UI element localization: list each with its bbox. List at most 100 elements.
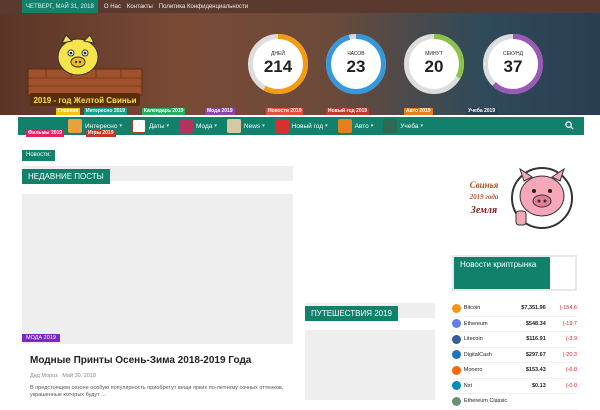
search-icon[interactable]: [565, 121, 574, 132]
about-link[interactable]: О Нас: [104, 4, 121, 10]
crypto-price: $153.43: [525, 367, 546, 374]
travel-post-image[interactable]: [305, 330, 435, 400]
cat-label-study[interactable]: Учеба 2019: [466, 108, 498, 115]
main-nav: Фильмы 2019 Игры 2019 Интересно ▾ Даты ▾…: [18, 117, 584, 137]
featured-post-image[interactable]: [22, 194, 293, 344]
post-meta: Дед Мороз Май 30, 2018: [30, 373, 96, 379]
top-bar: Четверг, май 31, 2018 О Нас Контакты Пол…: [0, 0, 600, 13]
crypto-name: Nxt: [463, 382, 473, 389]
contacts-link[interactable]: Контакты: [127, 4, 153, 10]
chevron-down-icon: ▾: [166, 123, 170, 129]
ethereum-icon: [452, 319, 461, 329]
ad-line3: Земля: [470, 205, 497, 216]
crypto-widget-header: Новости криптрынка: [452, 255, 577, 291]
crypto-change: (-0.0: [565, 382, 577, 389]
post-excerpt: В предстоящем сезоне особую популярность…: [30, 385, 284, 398]
crypto-change: (-154.6: [559, 305, 577, 312]
recent-posts-header: Недавние посты: [22, 166, 293, 184]
chevron-down-icon: ▾: [119, 123, 122, 129]
crypto-row[interactable]: Ethereum $548.34 (-19.7: [452, 317, 577, 332]
ad-line2: 2019 года: [469, 193, 499, 201]
travel-section-title: Путешествия 2019: [305, 306, 399, 321]
nav-label: Авто: [354, 122, 369, 130]
crypto-row[interactable]: DigitalCash $297.67 (-20.3: [452, 348, 577, 363]
crypto-change: (-19.7: [562, 320, 577, 327]
site-logo[interactable]: 2019 - год Желтой Свиньи: [26, 34, 144, 109]
crypto-name: Monero: [463, 367, 483, 374]
nav-item-fashion[interactable]: Мода ▾: [179, 119, 217, 133]
crypto-price: $548.34: [525, 320, 546, 327]
litecoin-icon: [452, 334, 461, 344]
chevron-down-icon: ▾: [262, 123, 265, 129]
post-category-tag[interactable]: Мода 2019: [22, 334, 60, 342]
nxt-icon: [452, 381, 461, 391]
bitcoin-icon: [452, 303, 461, 313]
cat-label-newyear[interactable]: Новый год 2019: [326, 108, 370, 115]
crypto-price: $297.67: [525, 351, 546, 358]
chevron-down-icon: ▾: [325, 123, 328, 129]
crypto-row[interactable]: Monero $153.43 (-6.0: [452, 363, 577, 379]
fashion-icon: [179, 119, 194, 133]
ticker-label: Новости:: [22, 150, 55, 161]
countdown-days: Дней 214: [247, 33, 309, 95]
nav-label: Даты: [148, 122, 165, 130]
nav-item-dates[interactable]: Даты ▾: [131, 119, 170, 133]
crypto-price: $0.13: [532, 382, 546, 389]
ad-line1: Свинья: [470, 180, 499, 190]
crypto-row[interactable]: Ethereum Classic: [452, 394, 577, 410]
crypto-change: (-6.0: [565, 367, 577, 374]
car-icon: [337, 119, 352, 133]
nav-label: Интересно: [85, 122, 118, 130]
travel-section-header: Путешествия 2019: [305, 303, 435, 321]
interesting-icon: [68, 119, 82, 133]
crypto-price: $7,351.96: [521, 305, 546, 312]
cat-label-home[interactable]: Главная: [56, 108, 81, 115]
crypto-name: Litecoin: [463, 336, 483, 343]
nav-label: Учеба: [400, 122, 419, 130]
minutes-value: 20: [424, 57, 444, 76]
post-date: Май 30, 2018: [62, 373, 96, 379]
countdown-hours: Часов 23: [325, 33, 387, 95]
nav-item-study[interactable]: Учеба ▾: [383, 119, 423, 133]
calendar-icon: [131, 119, 146, 133]
cat-label-interesting[interactable]: Интересно 2019: [84, 108, 127, 115]
news-ticker: Новости:: [22, 143, 55, 161]
post-author[interactable]: Дед Мороз: [30, 373, 58, 379]
cat-label-auto[interactable]: Авто 2019: [404, 108, 433, 115]
monero-icon: [452, 365, 461, 375]
crypto-change: (-3.9: [565, 336, 577, 343]
seconds-value: 37: [503, 57, 523, 76]
crypto-row[interactable]: Bitcoin $7,351.96 (-154.6: [452, 301, 577, 317]
crypto-row[interactable]: Litecoin $116.91 (-3.9: [452, 332, 577, 348]
hours-value: 23: [346, 57, 366, 76]
nav-item-news[interactable]: News ▾: [226, 119, 265, 133]
days-value: 214: [263, 57, 293, 76]
chevron-down-icon: ▾: [420, 123, 424, 129]
pig-banner-ad[interactable]: Свинья 2019 года Земля: [454, 163, 578, 233]
crypto-row[interactable]: Nxt $0.13 (-0.0: [452, 379, 577, 394]
cat-label-fashion[interactable]: Мода 2019: [205, 108, 235, 115]
crypto-widget-title: Новости криптрынка: [454, 257, 550, 289]
privacy-link[interactable]: Политика Конфиденциальности: [159, 4, 248, 10]
nav-label: Новый год: [291, 122, 324, 130]
nav-label: News: [243, 122, 261, 130]
nav-item-auto[interactable]: Авто ▾: [337, 119, 374, 133]
nav-label: Мода: [196, 122, 213, 130]
crypto-name: DigitalCash: [463, 351, 492, 358]
ethereum-classic-icon: [452, 396, 461, 406]
chalkboard-icon: [383, 119, 398, 133]
category-labels: Главная Интересно 2019 Календарь 2019 Мо…: [0, 108, 600, 116]
nav-item-newyear[interactable]: Новый год ▾: [274, 119, 328, 133]
cat-label-games[interactable]: Игры 2019: [86, 130, 116, 137]
digitalcash-icon: [452, 350, 461, 360]
current-date: Четверг, май 31, 2018: [22, 0, 98, 13]
cat-label-films[interactable]: Фильмы 2019: [26, 130, 65, 137]
chevron-down-icon: ▾: [370, 123, 374, 129]
chevron-down-icon: ▾: [214, 123, 217, 129]
cat-label-calendar[interactable]: Календарь 2019: [142, 108, 186, 115]
cat-label-news[interactable]: Новости 2019: [266, 108, 304, 115]
crypto-list: Bitcoin $7,351.96 (-154.6 Ethereum $548.…: [452, 301, 577, 410]
site-header: 2019 - год Желтой Свиньи Дней 214 Часов …: [0, 13, 600, 115]
logo-text: 2019 - год Желтой Свиньи: [33, 96, 136, 105]
featured-post-title[interactable]: Модные Принты Осень-Зима 2018-2019 Года: [30, 355, 251, 366]
